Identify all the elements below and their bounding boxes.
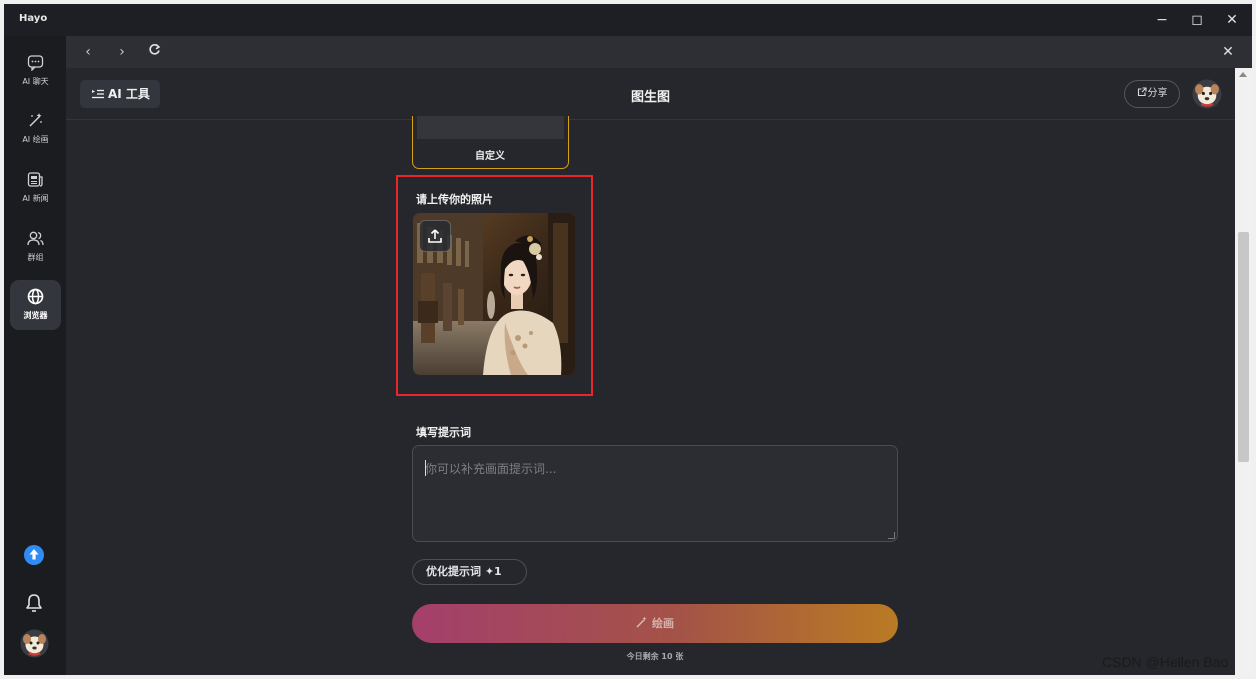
magic-wand-icon: [636, 616, 647, 628]
share-icon: [1137, 87, 1147, 97]
prompt-input[interactable]: [413, 446, 897, 541]
news-icon: [27, 172, 43, 187]
bell-icon: [26, 594, 42, 612]
daily-quota-text: 今日剩余 10 张: [626, 652, 684, 661]
style-card-label: 自定义: [475, 151, 505, 162]
scroll-up-arrow[interactable]: [1239, 72, 1247, 77]
avatar: [20, 629, 49, 658]
forward-button[interactable]: ›: [112, 42, 132, 62]
group-icon: [27, 231, 44, 246]
optimize-prompt-button[interactable]: 优化提示词 ✦1: [412, 559, 527, 585]
vertical-scrollbar[interactable]: [1235, 68, 1252, 675]
header-avatar[interactable]: [1192, 79, 1222, 113]
sidebar-item-label: AI 聊天: [22, 77, 49, 86]
resize-handle[interactable]: [888, 532, 895, 539]
upload-highlight-box: [396, 175, 593, 396]
style-card-thumbnail: [417, 116, 564, 139]
sidebar-item-label: 浏览器: [23, 311, 48, 320]
sidebar-item-browser[interactable]: 浏览器: [10, 280, 61, 330]
app-title: Hayo: [19, 13, 48, 24]
user-avatar[interactable]: [20, 629, 49, 662]
avatar: [1192, 79, 1222, 109]
draw-button[interactable]: 绘画: [412, 604, 898, 643]
notifications-button[interactable]: [23, 592, 45, 618]
minimize-button[interactable]: −: [1151, 10, 1173, 30]
sidebar-item-ai-news[interactable]: AI 新闻: [10, 163, 61, 213]
globe-icon: [27, 288, 44, 305]
watermark: CSDN @Hellen Bao: [1102, 654, 1229, 670]
draw-button-label: 绘画: [652, 617, 674, 630]
back-button[interactable]: ‹: [78, 42, 98, 62]
title-bar: Hayo − ◻ ✕: [4, 4, 1252, 36]
reload-icon: [148, 43, 160, 55]
upgrade-button[interactable]: [23, 544, 45, 570]
reload-button[interactable]: [144, 42, 164, 62]
maximize-button[interactable]: ◻: [1186, 10, 1208, 30]
sidebar-item-label: AI 绘画: [22, 135, 49, 144]
sidebar-item-ai-chat[interactable]: AI 聊天: [10, 46, 61, 96]
text-caret: [425, 460, 426, 476]
prompt-box[interactable]: [412, 445, 898, 542]
share-label: 分享: [1147, 88, 1168, 99]
close-window-button[interactable]: ✕: [1221, 10, 1243, 30]
app-window: Hayo − ◻ ✕ AI 聊天 AI 绘画 AI 新闻 群组 浏览器 ‹ › …: [4, 4, 1252, 675]
sidebar-item-label: 群组: [27, 253, 44, 262]
main-content: AI 工具 图生图 分享 自定义 请上传你的照片 填写提示词 你可以补充画面提示…: [66, 68, 1235, 675]
page-header: AI 工具 图生图 分享: [66, 68, 1235, 120]
chat-icon: [27, 55, 44, 71]
sidebar-item-groups[interactable]: 群组: [10, 222, 61, 272]
share-button[interactable]: 分享: [1124, 80, 1180, 108]
style-card-custom[interactable]: 自定义: [412, 116, 569, 169]
sidebar-item-label: AI 新闻: [22, 194, 49, 203]
magic-wand-icon: [29, 113, 42, 127]
prompt-section-title: 填写提示词: [416, 426, 471, 439]
upload-arrow-icon: [24, 545, 44, 565]
sidebar-item-ai-draw[interactable]: AI 绘画: [10, 104, 61, 154]
browser-nav-bar: ‹ › ✕: [66, 36, 1252, 68]
close-browser-button[interactable]: ✕: [1218, 42, 1238, 62]
sidebar: AI 聊天 AI 绘画 AI 新闻 群组 浏览器: [4, 36, 66, 675]
scroll-thumb[interactable]: [1238, 232, 1249, 462]
page-title: 图生图: [630, 90, 670, 105]
